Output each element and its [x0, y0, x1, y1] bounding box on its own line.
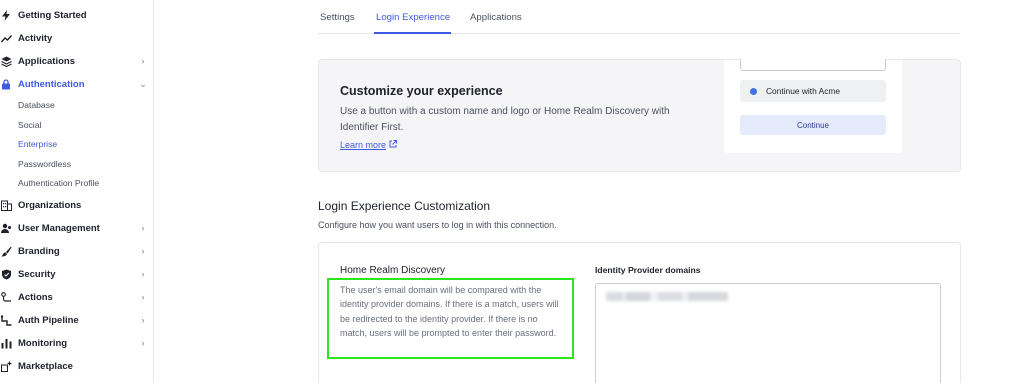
sidebar-subitem-database[interactable]: Database: [18, 98, 55, 112]
sidebar-subitem-social[interactable]: Social: [18, 118, 41, 132]
chevron-right-icon: ›: [141, 292, 145, 302]
active-tab-indicator: [374, 32, 451, 34]
activity-chart-icon: [0, 34, 18, 43]
home-realm-discovery-card: Home Realm Discovery The user's email do…: [318, 242, 961, 383]
idp-domains-label: Identity Provider domains: [595, 265, 701, 275]
sidebar-item-label: User Management: [18, 222, 100, 234]
sidebar-item-label: Getting Started: [18, 9, 87, 21]
learn-more-label: Learn more: [340, 140, 387, 150]
external-link-icon: [389, 140, 398, 150]
redacted-domain-text: [606, 292, 728, 301]
customize-experience-card: Customize your experience Use a button w…: [318, 59, 961, 172]
building-icon: [0, 200, 18, 211]
sidebar-item-label: Branding: [18, 245, 60, 257]
pipeline-icon: [0, 314, 18, 326]
sidebar-item-label: Marketplace: [18, 360, 73, 372]
login-preview: Continue with Acme Continue: [724, 59, 902, 153]
section-title: Login Experience Customization: [318, 199, 491, 213]
sidebar-item-activity[interactable]: Activity: [0, 28, 153, 48]
bar-chart-icon: [0, 338, 18, 349]
chevron-right-icon: ›: [141, 338, 145, 348]
hrd-title: Home Realm Discovery: [340, 265, 446, 276]
chevron-right-icon: ›: [141, 269, 145, 279]
sidebar-item-label: Auth Pipeline: [18, 314, 79, 326]
tab-settings[interactable]: Settings: [320, 12, 355, 23]
chevron-right-icon: ›: [141, 56, 145, 66]
sidebar-item-security[interactable]: Security ›: [0, 264, 153, 284]
sidebar-subitem-authentication-profile[interactable]: Authentication Profile: [18, 176, 99, 190]
tab-applications[interactable]: Applications: [470, 12, 522, 23]
layers-icon: [0, 56, 18, 67]
sidebar-item-applications[interactable]: Applications ›: [0, 51, 153, 71]
sidebar-item-auth-pipeline[interactable]: Auth Pipeline ›: [0, 310, 153, 330]
shield-check-icon: [0, 269, 18, 280]
preview-acme-label: Continue with Acme: [766, 86, 841, 96]
sidebar-item-branding[interactable]: Branding ›: [0, 241, 153, 261]
highlight-box: [327, 278, 574, 359]
chevron-right-icon: ›: [141, 223, 145, 233]
section-subtitle: Configure how you want users to log in w…: [318, 220, 557, 230]
sidebar-item-monitoring[interactable]: Monitoring ›: [0, 333, 153, 353]
sidebar-subitem-passwordless[interactable]: Passwordless: [18, 157, 71, 171]
sidebar-item-label: Authentication: [18, 78, 85, 90]
sidebar-item-label: Security: [18, 268, 56, 280]
customize-title: Customize your experience: [340, 84, 503, 98]
customize-description: Use a button with a custom name and logo…: [340, 106, 670, 133]
sidebar-item-label: Monitoring: [18, 337, 68, 349]
sidebar-item-label: Actions: [18, 291, 53, 303]
sidebar-item-getting-started[interactable]: Getting Started: [0, 5, 153, 25]
brush-icon: [0, 246, 18, 257]
bolt-icon: [0, 9, 18, 21]
preview-continue-button: Continue: [740, 115, 886, 135]
acme-logo-icon: [750, 87, 757, 95]
chevron-right-icon: ›: [141, 315, 145, 325]
lock-icon: [0, 78, 18, 90]
sidebar-item-authentication[interactable]: Authentication ⌄: [0, 74, 153, 94]
chevron-down-icon: ⌄: [139, 78, 147, 89]
chevron-right-icon: ›: [141, 246, 145, 256]
sidebar: Getting Started Activity Applications › …: [0, 0, 154, 383]
tab-login-experience[interactable]: Login Experience: [376, 12, 450, 23]
preview-continue-with-acme-button: Continue with Acme: [740, 80, 886, 102]
tab-bar: Settings Login Experience Applications: [318, 0, 959, 34]
sidebar-item-user-management[interactable]: User Management ›: [0, 218, 153, 238]
idp-domains-textarea[interactable]: [595, 283, 941, 383]
sparkle-icon: [0, 360, 18, 372]
sidebar-item-actions[interactable]: Actions ›: [0, 287, 153, 307]
sidebar-item-marketplace[interactable]: Marketplace: [0, 356, 153, 376]
sidebar-item-label: Applications: [18, 55, 76, 67]
sidebar-item-label: Organizations: [18, 199, 82, 211]
users-icon: [0, 223, 18, 234]
preview-input-field: [740, 59, 886, 71]
sidebar-subitem-enterprise[interactable]: Enterprise: [18, 137, 57, 151]
actions-flow-icon: [0, 291, 18, 303]
sidebar-item-organizations[interactable]: Organizations: [0, 195, 153, 215]
learn-more-link[interactable]: Learn more: [340, 140, 398, 150]
sidebar-item-label: Activity: [18, 32, 53, 44]
